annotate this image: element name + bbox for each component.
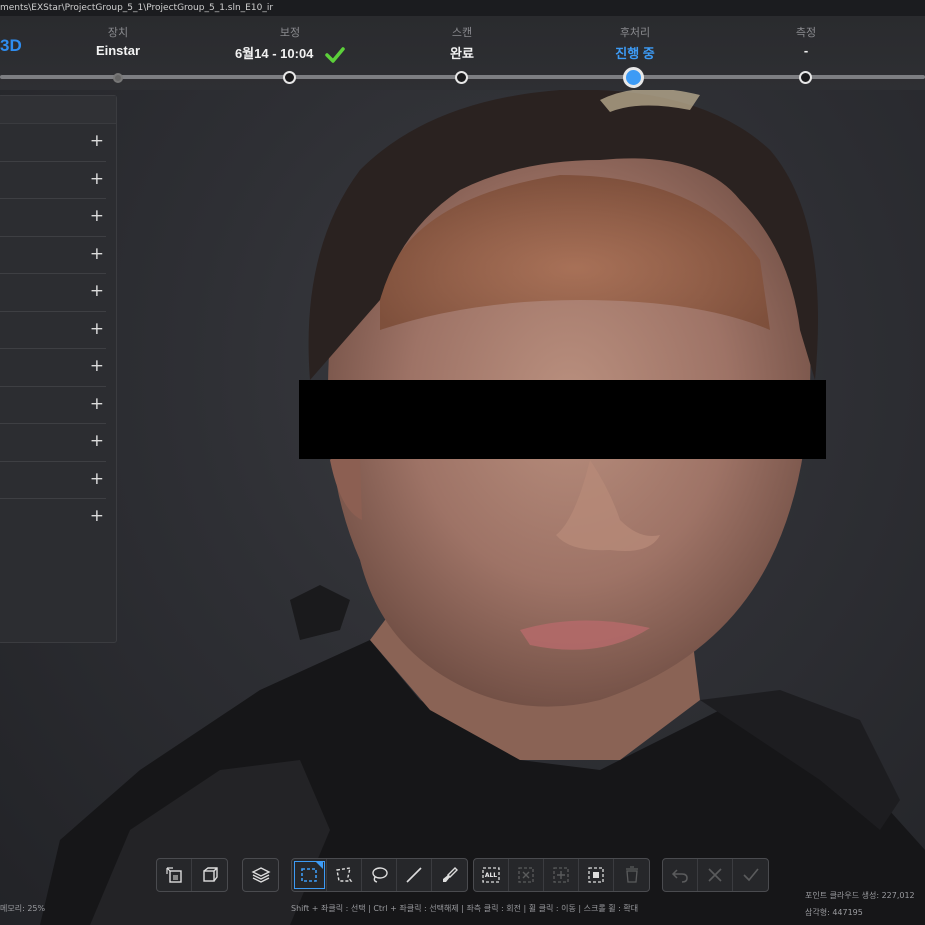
expand-plus-icon[interactable]: + — [90, 245, 104, 263]
apply-icon — [742, 868, 759, 882]
step-postprocess[interactable]: 후처리 진행 중 — [555, 24, 715, 62]
panel-row[interactable]: + — [0, 274, 106, 312]
cancel-icon — [708, 868, 722, 882]
workflow-header: 3D 장치 Einstar 보정 6월14 - 10:04 스캔 완료 후처리 … — [0, 16, 925, 90]
delete-icon — [625, 866, 638, 883]
panel-row[interactable]: + — [0, 199, 106, 237]
triangle-count: 삼각형: 447195 — [805, 908, 863, 917]
step-scan[interactable]: 스캔 완료 — [382, 24, 542, 62]
invert-select-button[interactable] — [544, 859, 579, 891]
apply-button[interactable] — [733, 859, 768, 891]
view-toolbar-group — [156, 858, 228, 892]
rect-select-button[interactable] — [292, 859, 327, 891]
3d-viewport[interactable]: ments\EXStar\ProjectGroup_5_1\ProjectGro… — [0, 0, 925, 925]
line-select-icon — [406, 867, 422, 883]
window-title-path: ments\EXStar\ProjectGroup_5_1\ProjectGro… — [0, 0, 925, 16]
point-cloud-count: 포인트 클라우드 생성: 227,012 — [805, 891, 915, 900]
deselect-icon — [518, 867, 534, 883]
step-device-value: Einstar — [95, 43, 141, 58]
invert-select-icon — [553, 867, 569, 883]
step-device-label: 장치 — [107, 26, 129, 39]
step-calibration-value-row: 6월14 - 10:04 — [210, 43, 370, 63]
check-icon — [325, 46, 345, 63]
step-measure[interactable]: 측정 - — [726, 24, 886, 58]
shortcut-hint: Shift + 좌클릭 : 선택 | Ctrl + 좌클릭 : 선택해제 | 좌… — [291, 904, 639, 913]
workflow-node-device[interactable] — [113, 73, 123, 83]
step-postprocess-value: 진행 중 — [615, 46, 655, 61]
deselect-button[interactable] — [509, 859, 544, 891]
rect-select-icon — [301, 868, 317, 882]
step-calibration-label: 보정 — [279, 26, 301, 39]
undo-icon — [671, 869, 688, 883]
expand-plus-icon[interactable]: + — [90, 470, 104, 488]
step-measure-value: - — [803, 43, 809, 58]
polygon-select-icon — [336, 867, 353, 882]
layers-icon — [250, 867, 271, 883]
workflow-node-calibration[interactable] — [283, 71, 296, 84]
workflow-node-measure[interactable] — [799, 71, 812, 84]
panel-row[interactable]: + — [0, 312, 106, 349]
expand-plus-icon[interactable]: + — [90, 133, 104, 150]
step-measure-label: 측정 — [795, 26, 817, 39]
expand-plus-icon[interactable]: + — [90, 358, 104, 375]
layers-button[interactable] — [243, 859, 278, 891]
expand-plus-icon[interactable]: + — [90, 170, 104, 188]
lasso-select-button[interactable] — [362, 859, 397, 891]
selection-toolbar-group — [291, 858, 468, 892]
step-calibration-value: 6월14 - 10:04 — [234, 46, 314, 61]
brush-select-button[interactable] — [432, 859, 467, 891]
memory-status: 메모리: 25% — [0, 904, 46, 913]
left-tool-panel: + + + + + + + + + + + — [0, 95, 117, 643]
panel-row[interactable]: + — [0, 462, 106, 499]
step-scan-value: 완료 — [450, 46, 474, 61]
view-cube-icon — [202, 867, 218, 882]
view-front-button[interactable] — [157, 859, 192, 891]
step-postprocess-label: 후처리 — [619, 26, 651, 39]
expand-plus-icon[interactable]: + — [90, 208, 104, 225]
expand-plus-icon[interactable]: + — [90, 320, 104, 338]
step-device[interactable]: 장치 Einstar — [38, 24, 198, 58]
brush-select-icon — [442, 867, 458, 882]
select-connected-icon — [588, 867, 604, 883]
selection-ops-toolbar-group: ALL — [473, 858, 650, 892]
step-scan-label: 스캔 — [451, 26, 473, 39]
scanned-face-mesh[interactable] — [0, 0, 925, 925]
view-front-icon — [166, 867, 182, 883]
expand-plus-icon[interactable]: + — [90, 433, 104, 450]
line-select-button[interactable] — [397, 859, 432, 891]
workflow-node-scan[interactable] — [455, 71, 468, 84]
confirm-toolbar-group — [662, 858, 769, 892]
panel-row[interactable]: + — [0, 499, 106, 537]
panel-row[interactable]: + — [0, 349, 106, 387]
panel-row[interactable]: + — [0, 162, 106, 199]
undo-button[interactable] — [663, 859, 698, 891]
select-all-label: ALL — [484, 871, 498, 879]
expand-plus-icon[interactable]: + — [90, 283, 104, 300]
step-calibration[interactable]: 보정 6월14 - 10:04 — [210, 24, 370, 63]
redaction-bar — [299, 380, 826, 459]
workflow-node-postprocess[interactable] — [623, 67, 644, 88]
panel-row[interactable]: + — [0, 387, 106, 424]
panel-row[interactable]: + — [0, 124, 106, 162]
panel-row[interactable]: + — [0, 424, 106, 462]
cancel-button[interactable] — [698, 859, 733, 891]
expand-plus-icon[interactable]: + — [90, 395, 104, 413]
layers-toolbar-group — [242, 858, 279, 892]
select-connected-button[interactable] — [579, 859, 614, 891]
panel-row[interactable]: + — [0, 237, 106, 274]
panel-header — [0, 96, 116, 124]
delete-button[interactable] — [614, 859, 649, 891]
view-cube-button[interactable] — [192, 859, 227, 891]
app-brand: 3D — [0, 36, 22, 55]
select-all-button[interactable]: ALL — [474, 859, 509, 891]
polygon-select-button[interactable] — [327, 859, 362, 891]
expand-plus-icon[interactable]: + — [90, 508, 104, 525]
lasso-select-icon — [372, 867, 388, 883]
